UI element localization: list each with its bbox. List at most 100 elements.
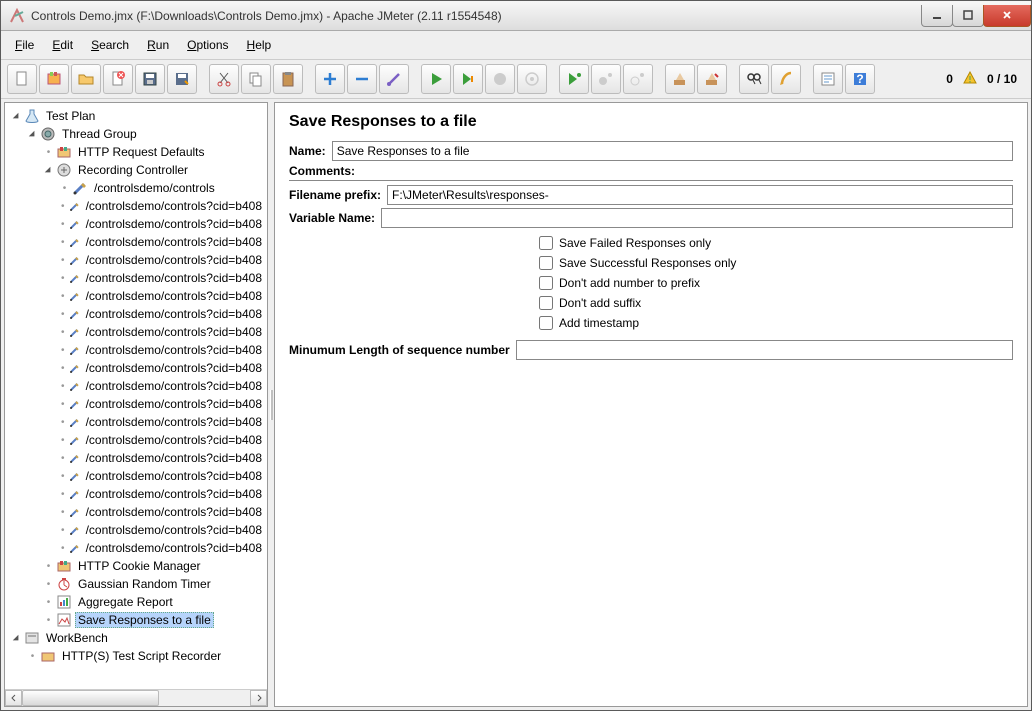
templates-button[interactable] bbox=[39, 64, 69, 94]
maximize-button[interactable] bbox=[952, 5, 984, 27]
varname-input[interactable] bbox=[381, 208, 1013, 228]
tree-toggle[interactable] bbox=[59, 489, 67, 500]
tree-http-request[interactable]: /controlsdemo/controls?cid=b408 bbox=[83, 270, 265, 286]
check-timestamp-box[interactable] bbox=[539, 316, 553, 330]
open-button[interactable] bbox=[71, 64, 101, 94]
tree-toggle[interactable] bbox=[59, 435, 67, 446]
tree-http-req-defaults[interactable]: HTTP Request Defaults bbox=[75, 144, 208, 160]
check-no-number-box[interactable] bbox=[539, 276, 553, 290]
minimize-button[interactable] bbox=[921, 5, 953, 27]
tree-http-request[interactable]: /controlsdemo/controls?cid=b408 bbox=[83, 540, 265, 556]
search-button[interactable] bbox=[739, 64, 769, 94]
tree-toggle[interactable] bbox=[59, 543, 67, 554]
tree-toggle[interactable] bbox=[59, 201, 67, 212]
tree-cookie-mgr[interactable]: HTTP Cookie Manager bbox=[75, 558, 204, 574]
check-no-suffix[interactable]: Don't add suffix bbox=[539, 296, 1013, 310]
check-save-success-box[interactable] bbox=[539, 256, 553, 270]
tree-toggle[interactable] bbox=[59, 327, 67, 338]
check-save-failed[interactable]: Save Failed Responses only bbox=[539, 236, 1013, 250]
check-no-suffix-box[interactable] bbox=[539, 296, 553, 310]
tree-http-request[interactable]: /controlsdemo/controls?cid=b408 bbox=[83, 252, 265, 268]
tree-toggle[interactable] bbox=[59, 399, 67, 410]
menu-file[interactable]: File bbox=[7, 35, 42, 55]
stop-button[interactable] bbox=[485, 64, 515, 94]
tree-workbench[interactable]: WorkBench bbox=[43, 630, 111, 646]
tree-http-request[interactable]: /controlsdemo/controls?cid=b408 bbox=[83, 360, 265, 376]
toggle-button[interactable] bbox=[379, 64, 409, 94]
menu-options[interactable]: Options bbox=[179, 35, 236, 55]
menu-search[interactable]: Search bbox=[83, 35, 137, 55]
paste-button[interactable] bbox=[273, 64, 303, 94]
check-timestamp[interactable]: Add timestamp bbox=[539, 316, 1013, 330]
collapse-button[interactable] bbox=[347, 64, 377, 94]
clear-all-button[interactable] bbox=[697, 64, 727, 94]
tree-http-request[interactable]: /controlsdemo/controls?cid=b408 bbox=[83, 198, 265, 214]
scroll-thumb[interactable] bbox=[22, 690, 159, 706]
start-button[interactable] bbox=[421, 64, 451, 94]
tree-hscrollbar[interactable] bbox=[5, 689, 267, 706]
minlen-input[interactable] bbox=[516, 340, 1013, 360]
tree-http-request[interactable]: /controlsdemo/controls?cid=b408 bbox=[83, 306, 265, 322]
menu-help[interactable]: Help bbox=[239, 35, 280, 55]
prefix-input[interactable] bbox=[387, 185, 1013, 205]
function-helper-button[interactable] bbox=[813, 64, 843, 94]
saveas-button[interactable] bbox=[167, 64, 197, 94]
tree-http-request[interactable]: /controlsdemo/controls?cid=b408 bbox=[83, 450, 265, 466]
tree-toggle[interactable] bbox=[27, 129, 38, 140]
cut-button[interactable] bbox=[209, 64, 239, 94]
tree-http-request[interactable]: /controlsdemo/controls?cid=b408 bbox=[83, 432, 265, 448]
copy-button[interactable] bbox=[241, 64, 271, 94]
save-button[interactable] bbox=[135, 64, 165, 94]
tree-test-plan[interactable]: Test Plan bbox=[43, 108, 98, 124]
tree-toggle[interactable] bbox=[59, 417, 67, 428]
tree-http-request[interactable]: /controlsdemo/controls?cid=b408 bbox=[83, 342, 265, 358]
tree-toggle[interactable] bbox=[59, 363, 67, 374]
reset-search-button[interactable] bbox=[771, 64, 801, 94]
remote-shutdown-button[interactable] bbox=[623, 64, 653, 94]
help-button[interactable]: ? bbox=[845, 64, 875, 94]
tree-agg-report[interactable]: Aggregate Report bbox=[75, 594, 176, 610]
scroll-right-button[interactable] bbox=[250, 690, 267, 706]
menu-run[interactable]: Run bbox=[139, 35, 177, 55]
tree-toggle[interactable] bbox=[59, 219, 67, 230]
tree-toggle[interactable] bbox=[11, 111, 22, 122]
tree-toggle[interactable] bbox=[59, 255, 67, 266]
tree-toggle[interactable] bbox=[59, 309, 67, 320]
remote-start-button[interactable] bbox=[559, 64, 589, 94]
tree-toggle[interactable] bbox=[59, 471, 67, 482]
tree-toggle[interactable] bbox=[11, 633, 22, 644]
remote-stop-button[interactable] bbox=[591, 64, 621, 94]
close-file-button[interactable] bbox=[103, 64, 133, 94]
tree-script-recorder[interactable]: HTTP(S) Test Script Recorder bbox=[59, 648, 224, 664]
tree-toggle[interactable] bbox=[59, 381, 67, 392]
tree-toggle[interactable] bbox=[59, 453, 67, 464]
tree-toggle[interactable] bbox=[59, 507, 67, 518]
tree-http-request[interactable]: /controlsdemo/controls?cid=b408 bbox=[83, 396, 265, 412]
tree-http-request[interactable]: /controlsdemo/controls?cid=b408 bbox=[83, 522, 265, 538]
tree-http-request[interactable]: /controlsdemo/controls?cid=b408 bbox=[83, 378, 265, 394]
tree-http-request[interactable]: /controlsdemo/controls?cid=b408 bbox=[83, 414, 265, 430]
tree-toggle[interactable] bbox=[59, 345, 67, 356]
close-button[interactable] bbox=[983, 5, 1031, 27]
tree-http-request[interactable]: /controlsdemo/controls?cid=b408 bbox=[83, 216, 265, 232]
clear-button[interactable] bbox=[665, 64, 695, 94]
new-button[interactable] bbox=[7, 64, 37, 94]
tree-toggle[interactable] bbox=[59, 183, 70, 194]
start-no-timers-button[interactable] bbox=[453, 64, 483, 94]
check-no-number[interactable]: Don't add number to prefix bbox=[539, 276, 1013, 290]
tree-http-request[interactable]: /controlsdemo/controls?cid=b408 bbox=[83, 504, 265, 520]
tree-toggle[interactable] bbox=[59, 291, 67, 302]
menu-edit[interactable]: Edit bbox=[44, 35, 81, 55]
tree-http-request[interactable]: /controlsdemo/controls?cid=b408 bbox=[83, 324, 265, 340]
tree-toggle[interactable] bbox=[59, 273, 67, 284]
expand-button[interactable] bbox=[315, 64, 345, 94]
tree-save-responses[interactable]: Save Responses to a file bbox=[75, 612, 214, 628]
tree-http-request[interactable]: /controlsdemo/controls?cid=b408 bbox=[83, 234, 265, 250]
name-input[interactable] bbox=[332, 141, 1013, 161]
tree-http-request[interactable]: /controlsdemo/controls bbox=[91, 180, 218, 196]
tree-thread-group[interactable]: Thread Group bbox=[59, 126, 140, 142]
tree-http-request[interactable]: /controlsdemo/controls?cid=b408 bbox=[83, 288, 265, 304]
tree-http-request[interactable]: /controlsdemo/controls?cid=b408 bbox=[83, 486, 265, 502]
scroll-left-button[interactable] bbox=[5, 690, 22, 706]
shutdown-button[interactable] bbox=[517, 64, 547, 94]
